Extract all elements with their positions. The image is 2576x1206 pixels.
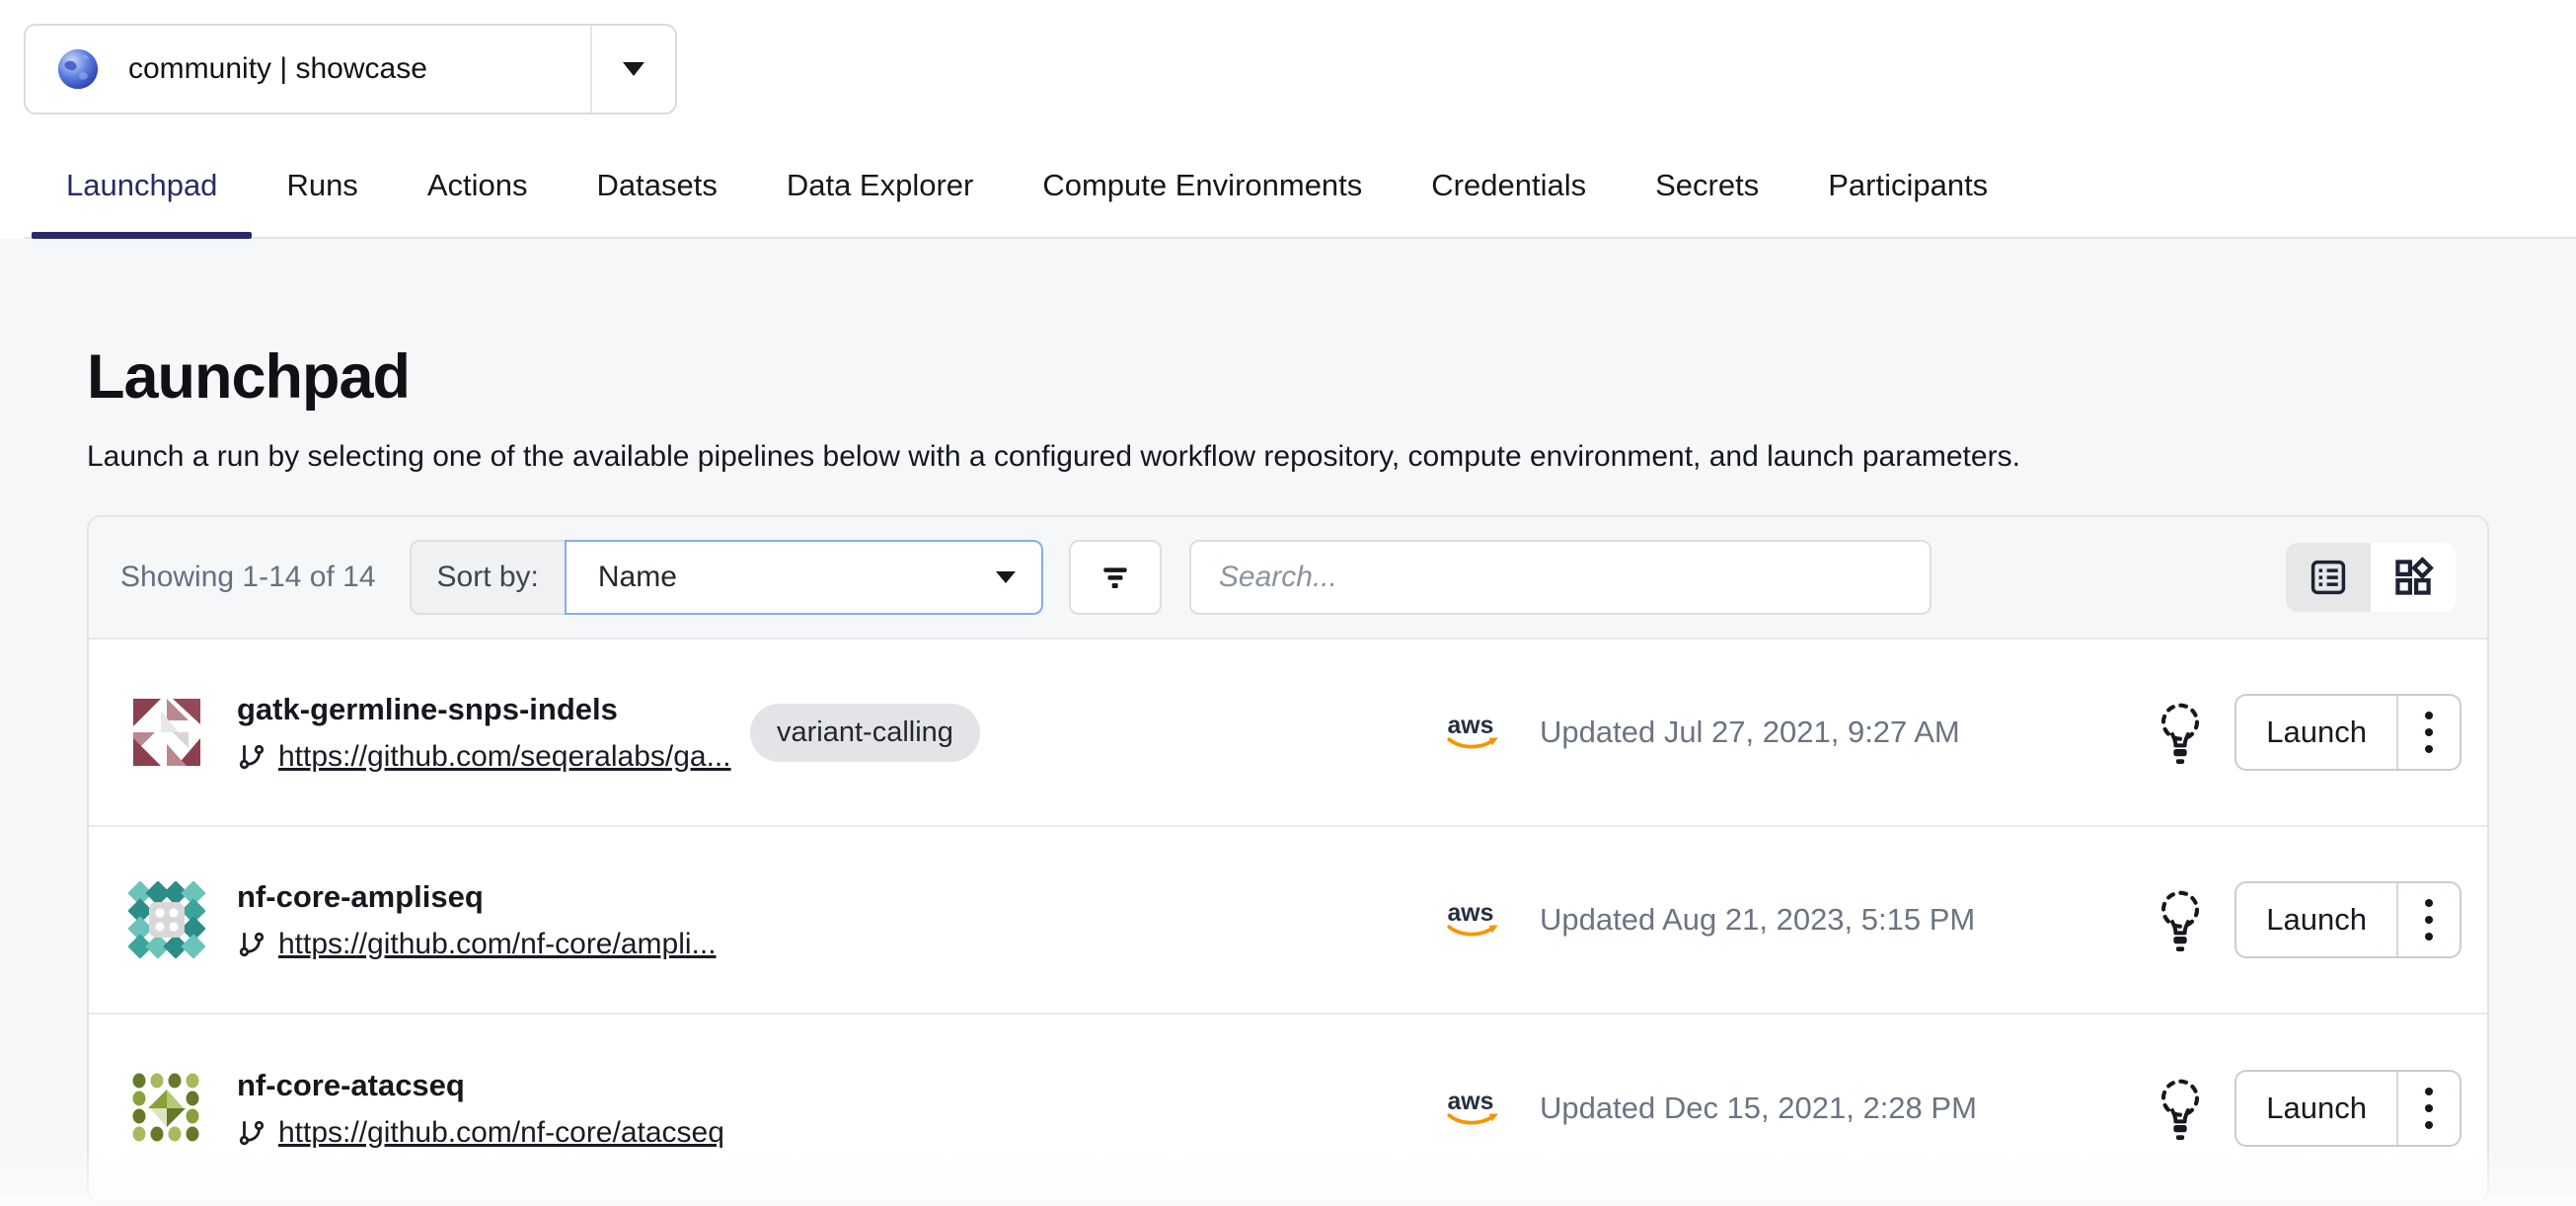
- pipeline-info: gatk-germline-snps-indels https://github…: [237, 692, 750, 774]
- launchpad-page: community | showcase Launchpad Runs Acti…: [0, 0, 2576, 1206]
- launch-split-button: Launch: [2235, 1070, 2462, 1147]
- pipeline-updated: Updated Aug 21, 2023, 5:15 PM: [1540, 902, 2126, 938]
- list-view-icon: [2308, 557, 2349, 598]
- page-title: Launchpad: [87, 239, 2489, 413]
- view-toggle: [2286, 543, 2456, 612]
- list-view-button[interactable]: [2286, 543, 2371, 612]
- pipeline-name: gatk-germline-snps-indels: [237, 692, 750, 727]
- pipeline-repo: https://github.com/nf-core/ampli...: [237, 928, 750, 961]
- tab-actions[interactable]: Actions: [393, 166, 563, 237]
- search-input[interactable]: [1189, 540, 1932, 615]
- pipeline-repo-link[interactable]: https://github.com/nf-core/ampli...: [278, 928, 717, 961]
- workspace-globe-icon: [55, 46, 101, 92]
- pipelines-card: Showing 1-14 of 14 Sort by: Name: [87, 515, 2489, 1204]
- workspace-selector-main[interactable]: community | showcase: [26, 26, 590, 113]
- pipeline-name: nf-core-atacseq: [237, 1068, 750, 1103]
- tab-data-explorer[interactable]: Data Explorer: [752, 166, 1009, 237]
- workspace-name: community | showcase: [128, 52, 427, 86]
- aws-logo-icon: aws: [1441, 711, 1540, 754]
- pipeline-provider: aws: [1441, 1087, 1540, 1130]
- tab-datasets[interactable]: Datasets: [562, 166, 751, 237]
- kebab-dot: [2425, 1088, 2433, 1095]
- row-menu-kebab-button[interactable]: [2396, 696, 2460, 769]
- sort-control: Sort by: Name: [410, 540, 1043, 615]
- sort-select[interactable]: Name: [565, 540, 1043, 615]
- results-count: Showing 1-14 of 14: [120, 561, 376, 594]
- launch-split-button: Launch: [2235, 881, 2462, 958]
- pipeline-provider: aws: [1441, 711, 1540, 754]
- svg-text:aws: aws: [1448, 1089, 1494, 1115]
- aws-logo-icon: aws: [1441, 898, 1540, 942]
- grid-view-icon: [2391, 556, 2435, 599]
- pipeline-info: nf-core-ampliseq https://github.com/nf-c…: [237, 879, 750, 961]
- kebab-dot: [2425, 728, 2433, 736]
- top-bar: community | showcase Launchpad Runs Acti…: [0, 0, 2576, 239]
- pipeline-tag: variant-calling: [750, 704, 980, 762]
- svg-text:aws: aws: [1448, 713, 1494, 739]
- kebab-dot: [2425, 916, 2433, 924]
- pipeline-bulb: [2126, 886, 2235, 953]
- workspace-selector[interactable]: community | showcase: [24, 24, 677, 114]
- kebab-dot: [2425, 1121, 2433, 1129]
- pipeline-name: nf-core-ampliseq: [237, 879, 750, 915]
- pipeline-info: nf-core-atacseq https://github.com/nf-co…: [237, 1068, 750, 1150]
- lightbulb-icon: [2156, 699, 2205, 766]
- pipeline-updated: Updated Jul 27, 2021, 9:27 AM: [1540, 715, 2126, 750]
- workspace-dropdown-button[interactable]: [590, 26, 675, 113]
- svg-text:aws: aws: [1448, 900, 1494, 927]
- pipeline-updated: Updated Dec 15, 2021, 2:28 PM: [1540, 1091, 2126, 1126]
- aws-logo-icon: aws: [1441, 1087, 1540, 1130]
- git-branch-icon: [237, 1118, 266, 1148]
- caret-down-icon: [623, 62, 644, 76]
- tab-launchpad[interactable]: Launchpad: [32, 166, 252, 237]
- grid-view-button[interactable]: [2371, 543, 2456, 612]
- pipeline-avatar-gatk: [128, 694, 205, 771]
- tab-credentials[interactable]: Credentials: [1397, 166, 1621, 237]
- caret-down-icon: [996, 571, 1016, 583]
- launch-button[interactable]: Launch: [2236, 696, 2396, 769]
- pipeline-row[interactable]: nf-core-ampliseq https://github.com/nf-c…: [89, 827, 2487, 1015]
- lightbulb-icon: [2156, 886, 2205, 953]
- pipeline-avatar-ampliseq: [128, 881, 205, 958]
- kebab-dot: [2425, 745, 2433, 753]
- pipeline-repo: https://github.com/nf-core/atacseq: [237, 1116, 750, 1150]
- tab-compute-environments[interactable]: Compute Environments: [1008, 166, 1397, 237]
- tab-runs[interactable]: Runs: [252, 166, 392, 237]
- sort-by-label: Sort by:: [410, 540, 565, 615]
- pipeline-repo-link[interactable]: https://github.com/seqeralabs/ga...: [278, 740, 731, 774]
- pipeline-provider: aws: [1441, 898, 1540, 942]
- pipeline-repo-link[interactable]: https://github.com/nf-core/atacseq: [278, 1116, 724, 1150]
- sort-selected-value: Name: [598, 561, 677, 594]
- kebab-dot: [2425, 712, 2433, 719]
- launch-button[interactable]: Launch: [2236, 1072, 2396, 1145]
- pipeline-avatar-atacseq: [128, 1070, 205, 1147]
- kebab-dot: [2425, 1104, 2433, 1112]
- kebab-dot: [2425, 899, 2433, 907]
- filter-icon: [1096, 558, 1135, 597]
- pipeline-row[interactable]: gatk-germline-snps-indels https://github…: [89, 640, 2487, 827]
- workspace-nav-tabs: Launchpad Runs Actions Datasets Data Exp…: [24, 166, 2576, 239]
- row-menu-kebab-button[interactable]: [2396, 883, 2460, 956]
- git-branch-icon: [237, 930, 266, 959]
- lightbulb-icon: [2156, 1075, 2205, 1142]
- launch-button[interactable]: Launch: [2236, 883, 2396, 956]
- pipelines-toolbar: Showing 1-14 of 14 Sort by: Name: [89, 517, 2487, 640]
- filter-button[interactable]: [1069, 540, 1162, 615]
- pipeline-bulb: [2126, 1075, 2235, 1142]
- pipeline-repo: https://github.com/seqeralabs/ga...: [237, 740, 750, 774]
- launch-split-button: Launch: [2235, 694, 2462, 771]
- page-description: Launch a run by selecting one of the ava…: [87, 440, 2489, 474]
- pipeline-tags: variant-calling: [750, 704, 1441, 762]
- git-branch-icon: [237, 742, 266, 772]
- row-menu-kebab-button[interactable]: [2396, 1072, 2460, 1145]
- pipeline-row[interactable]: nf-core-atacseq https://github.com/nf-co…: [89, 1015, 2487, 1202]
- pipeline-bulb: [2126, 699, 2235, 766]
- tab-participants[interactable]: Participants: [1793, 166, 2022, 237]
- tab-secrets[interactable]: Secrets: [1621, 166, 1793, 237]
- content-area: Launchpad Launch a run by selecting one …: [0, 239, 2576, 1196]
- kebab-dot: [2425, 933, 2433, 941]
